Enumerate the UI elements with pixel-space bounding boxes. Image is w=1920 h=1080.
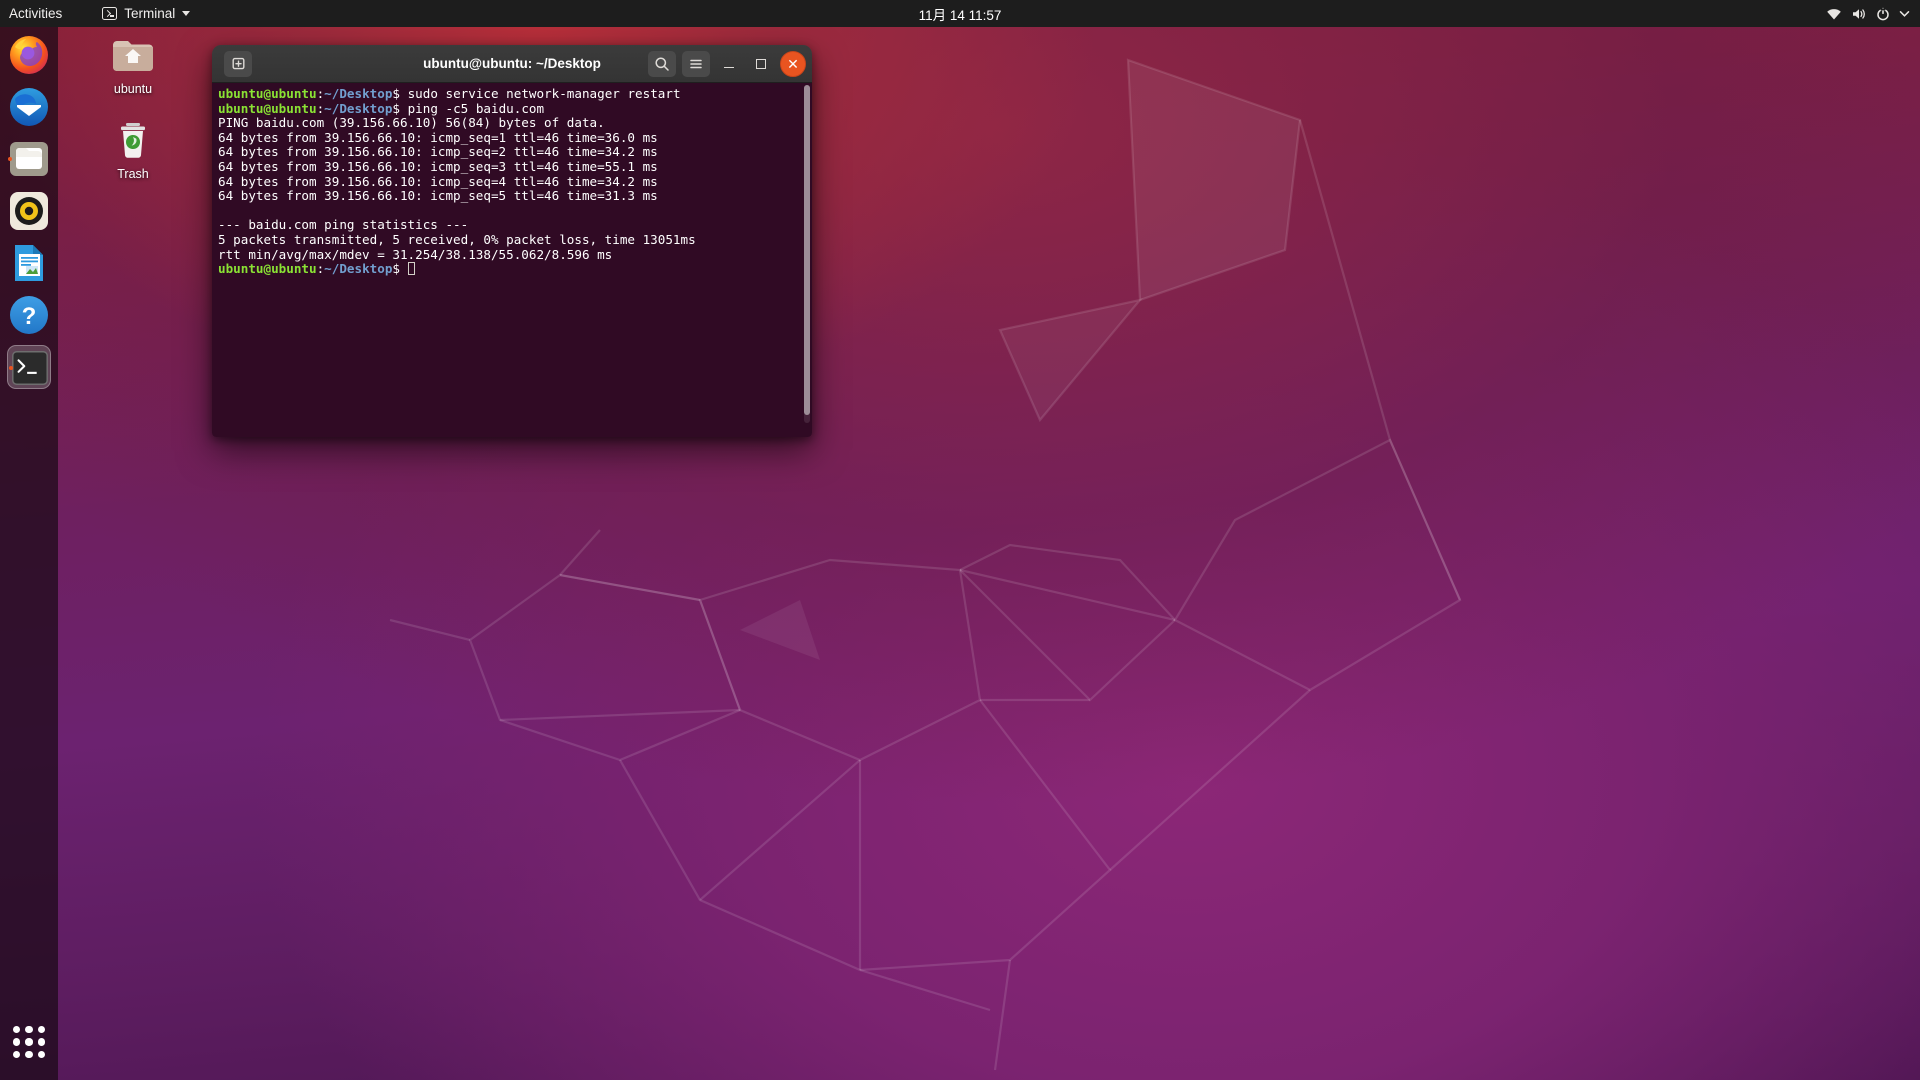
app-menu-label: Terminal bbox=[124, 6, 176, 21]
app-grid-dot bbox=[37, 1026, 45, 1034]
clock-button[interactable]: 11月 14 11:57 bbox=[909, 0, 1012, 27]
dock-item-terminal[interactable] bbox=[7, 345, 51, 389]
app-grid-dot bbox=[37, 1038, 45, 1046]
dock-item-thunderbird[interactable] bbox=[7, 85, 51, 129]
dock-item-rhythmbox[interactable] bbox=[7, 189, 51, 233]
dock-item-firefox[interactable] bbox=[7, 33, 51, 77]
system-tray[interactable] bbox=[1826, 0, 1920, 27]
terminal-output-line: 64 bytes from 39.156.66.10: icmp_seq=2 t… bbox=[218, 144, 658, 160]
search-icon bbox=[655, 57, 669, 71]
app-grid-dot bbox=[25, 1026, 33, 1034]
dock-item-help[interactable]: ? bbox=[7, 293, 51, 337]
top-bar: Activities Terminal 11月 14 11:57 bbox=[0, 0, 1920, 27]
app-grid-dot bbox=[25, 1050, 33, 1058]
terminal-output-line: 64 bytes from 39.156.66.10: icmp_seq=4 t… bbox=[218, 173, 658, 189]
running-indicator bbox=[8, 157, 12, 161]
prompt-path: ~/Desktop bbox=[324, 100, 393, 116]
terminal-body[interactable]: ubuntu@ubuntu:~/Desktop$ sudo service ne… bbox=[212, 83, 812, 437]
new-tab-button[interactable] bbox=[224, 50, 252, 77]
terminal-output-line: 5 packets transmitted, 5 received, 0% pa… bbox=[218, 231, 696, 247]
files-folder-icon bbox=[10, 142, 48, 176]
window-titlebar[interactable]: ubuntu@ubuntu: ~/Desktop ✕ bbox=[212, 45, 812, 83]
maximize-button[interactable] bbox=[748, 51, 774, 77]
volume-icon bbox=[1851, 7, 1867, 21]
search-button[interactable] bbox=[648, 51, 676, 77]
libreoffice-writer-icon bbox=[15, 245, 43, 281]
close-button[interactable]: ✕ bbox=[780, 51, 806, 77]
svg-text:?: ? bbox=[22, 303, 37, 330]
prompt-command: $ bbox=[392, 261, 408, 277]
prompt-path: ~/Desktop bbox=[324, 261, 393, 277]
terminal-prompt-line: ubuntu@ubuntu:~/Desktop$ bbox=[218, 261, 812, 277]
desktop-icon-trash[interactable]: Trash bbox=[90, 118, 176, 181]
home-folder-icon bbox=[109, 33, 157, 77]
terminal-prompt-line: ubuntu@ubuntu:~/Desktop$ ping -c5 baidu.… bbox=[218, 100, 812, 117]
terminal-output[interactable]: ubuntu@ubuntu:~/Desktop$ sudo service ne… bbox=[216, 86, 812, 277]
activities-label: Activities bbox=[9, 6, 63, 21]
app-grid-dot bbox=[25, 1038, 33, 1046]
terminal-output-line: 64 bytes from 39.156.66.10: icmp_seq=3 t… bbox=[218, 158, 658, 174]
terminal-cursor bbox=[407, 262, 415, 276]
show-applications-button[interactable] bbox=[13, 1026, 45, 1058]
prompt-user: ubuntu@ubuntu bbox=[218, 261, 317, 277]
desktop-icon-label: ubuntu bbox=[113, 82, 153, 96]
activities-button[interactable]: Activities bbox=[0, 0, 71, 27]
terminal-app-icon bbox=[12, 351, 48, 385]
dock: ? bbox=[0, 27, 58, 1080]
network-wifi-icon bbox=[1826, 7, 1842, 21]
firefox-icon bbox=[10, 36, 48, 74]
prompt-command: $ ping -c5 baidu.com bbox=[392, 100, 545, 116]
close-icon: ✕ bbox=[787, 56, 799, 72]
chevron-down-icon bbox=[182, 11, 191, 16]
dock-item-files[interactable] bbox=[7, 137, 51, 181]
prompt-command: $ sudo service network-manager restart bbox=[392, 86, 681, 101]
thunderbird-icon bbox=[10, 88, 48, 126]
trash-icon bbox=[109, 118, 157, 162]
terminal-output-line: rtt min/avg/max/mdev = 31.254/38.138/55.… bbox=[218, 246, 613, 262]
terminal-output-line: PING baidu.com (39.156.66.10) 56(84) byt… bbox=[218, 115, 605, 131]
minimize-button[interactable] bbox=[716, 51, 742, 77]
terminal-scrollbar-thumb[interactable] bbox=[804, 85, 810, 415]
maximize-icon bbox=[756, 59, 766, 69]
prompt-user: ubuntu@ubuntu bbox=[218, 86, 317, 101]
chevron-down-icon bbox=[1899, 8, 1910, 19]
terminal-output-line: 64 bytes from 39.156.66.10: icmp_seq=5 t… bbox=[218, 188, 658, 204]
desktop-icon-home-folder[interactable]: ubuntu bbox=[90, 33, 176, 96]
app-grid-dot bbox=[13, 1026, 21, 1034]
desktop-icon-label: Trash bbox=[117, 167, 149, 181]
prompt-user: ubuntu@ubuntu bbox=[218, 100, 317, 116]
dock-item-libreoffice-writer[interactable] bbox=[7, 241, 51, 285]
help-icon: ? bbox=[10, 296, 48, 334]
running-indicator bbox=[9, 366, 13, 370]
power-icon bbox=[1876, 7, 1890, 21]
rhythmbox-icon bbox=[10, 192, 48, 230]
prompt-path: ~/Desktop bbox=[324, 86, 393, 101]
terminal-prompt-line: ubuntu@ubuntu:~/Desktop$ sudo service ne… bbox=[218, 86, 812, 102]
minimize-icon bbox=[724, 66, 734, 69]
app-grid-dot bbox=[13, 1050, 21, 1058]
terminal-output-line: --- baidu.com ping statistics --- bbox=[218, 217, 469, 233]
app-menu-terminal[interactable]: Terminal bbox=[93, 0, 199, 27]
hamburger-menu-icon bbox=[690, 59, 702, 69]
terminal-window[interactable]: ubuntu@ubuntu: ~/Desktop ✕ ubuntu@ubuntu… bbox=[212, 45, 812, 437]
clock-label: 11月 14 11:57 bbox=[918, 7, 1002, 23]
terminal-output-line: 64 bytes from 39.156.66.10: icmp_seq=1 t… bbox=[218, 129, 658, 145]
terminal-icon bbox=[102, 7, 118, 20]
app-grid-dot bbox=[13, 1038, 21, 1046]
menu-button[interactable] bbox=[682, 51, 710, 77]
window-controls: ✕ bbox=[648, 45, 806, 83]
new-tab-icon bbox=[232, 57, 245, 70]
app-grid-dot bbox=[37, 1050, 45, 1058]
desktop-screen: Activities Terminal 11月 14 11:57 ? ubunt… bbox=[0, 0, 1920, 1080]
